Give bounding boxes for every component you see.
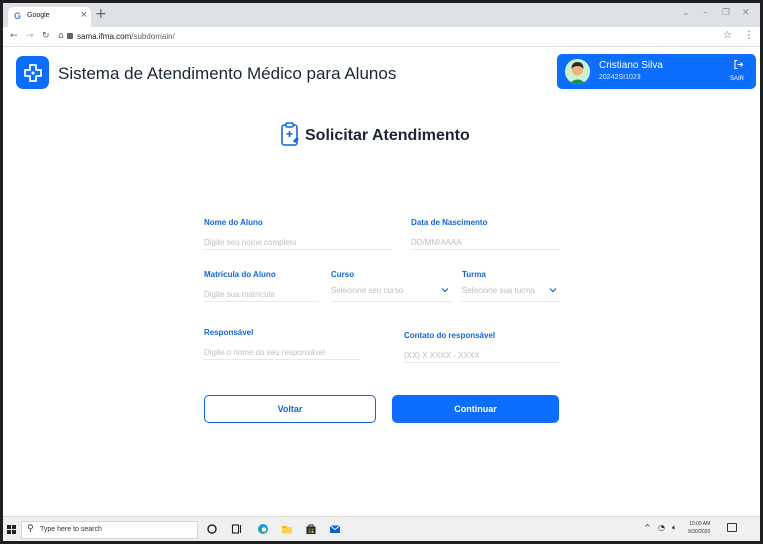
store-icon[interactable] bbox=[305, 523, 317, 535]
nome-label: Nome do Aluno bbox=[204, 218, 263, 227]
url-path: /subdomain/ bbox=[131, 32, 175, 41]
bookmark-star-icon[interactable]: ☆ bbox=[723, 30, 732, 41]
mail-icon[interactable] bbox=[329, 523, 341, 535]
responsavel-label: Responsável bbox=[204, 328, 254, 337]
reload-icon[interactable]: ↻ bbox=[42, 31, 50, 41]
search-icon: ⚲ bbox=[27, 524, 34, 534]
clock-date: 9/30/2020 bbox=[688, 529, 711, 535]
chevron-down-icon bbox=[549, 288, 557, 293]
turma-select[interactable]: Selecione sua turma bbox=[462, 284, 560, 302]
new-tab-button[interactable]: + bbox=[95, 6, 107, 22]
app-title: Sistema de Atendimento Médico para Aluno… bbox=[58, 64, 397, 83]
page-title: Solicitar Atendimento bbox=[305, 127, 470, 144]
back-button[interactable]: Voltar bbox=[204, 395, 376, 423]
medical-cross-icon bbox=[23, 63, 42, 82]
contato-input[interactable] bbox=[404, 348, 560, 363]
clock[interactable]: 10:00 AM 9/30/2020 bbox=[688, 520, 710, 536]
forward-arrow-icon[interactable]: → bbox=[26, 31, 34, 41]
logout-icon[interactable] bbox=[733, 59, 744, 70]
google-favicon-icon: G bbox=[14, 11, 22, 21]
clock-time: 10:00 AM bbox=[689, 521, 711, 527]
edge-browser-icon[interactable] bbox=[257, 523, 269, 535]
url-host: sama.ifma.com bbox=[77, 32, 132, 41]
wifi-icon[interactable]: ◔ bbox=[658, 523, 665, 532]
notification-icon[interactable] bbox=[727, 523, 737, 532]
home-icon[interactable]: ⌂ bbox=[58, 31, 64, 41]
curso-label: Curso bbox=[331, 270, 355, 279]
chevron-up-icon[interactable]: ^ bbox=[644, 523, 651, 532]
tab-close-icon[interactable]: × bbox=[80, 10, 88, 20]
windows-start-icon[interactable] bbox=[7, 525, 16, 534]
tab-title: Google bbox=[27, 12, 50, 19]
cortana-icon[interactable] bbox=[206, 523, 218, 535]
back-arrow-icon[interactable]: ← bbox=[10, 31, 18, 41]
matricula-input[interactable] bbox=[204, 287, 319, 302]
turma-label: Turma bbox=[462, 270, 486, 279]
browser-menu-icon[interactable]: ⋮ bbox=[744, 30, 754, 41]
avatar-illustration-icon bbox=[565, 59, 590, 84]
user-card: Cristiano Silva 20242SI1023 SAIR bbox=[557, 54, 756, 89]
browser-window: G Google × + ⌄ – ❐ ✕ ← → ↻ ⌂ sama.ifma.c… bbox=[3, 3, 760, 541]
lock-icon bbox=[67, 33, 73, 39]
minimize-icon[interactable]: – bbox=[703, 8, 708, 18]
responsavel-field bbox=[204, 342, 361, 360]
nome-input[interactable] bbox=[204, 235, 392, 250]
nome-field bbox=[204, 232, 392, 250]
nascimento-input[interactable] bbox=[411, 235, 560, 250]
taskbar: ⚲ Type here to search ^ ◔ 🔈︎ 10:00 AM 9/… bbox=[3, 516, 760, 541]
tab-search-icon[interactable]: ⌄ bbox=[682, 8, 690, 18]
chevron-down-icon bbox=[441, 288, 449, 293]
user-name: Cristiano Silva bbox=[599, 60, 663, 71]
contato-field bbox=[404, 345, 560, 363]
continue-button[interactable]: Continuar bbox=[392, 395, 559, 423]
nascimento-label: Data de Nascimento bbox=[411, 218, 488, 227]
file-explorer-icon[interactable] bbox=[281, 523, 293, 535]
matricula-label: Matrícula do Aluno bbox=[204, 270, 276, 279]
url-field[interactable]: sama.ifma.com/subdomain/ bbox=[77, 32, 175, 41]
browser-tab[interactable]: G Google × bbox=[8, 7, 91, 27]
taskbar-search-placeholder: Type here to search bbox=[40, 526, 102, 533]
maximize-icon[interactable]: ❐ bbox=[722, 8, 730, 18]
address-bar: ← → ↻ ⌂ sama.ifma.com/subdomain/ ☆ ⋮ bbox=[3, 27, 760, 47]
volume-icon[interactable]: 🔈︎ bbox=[672, 523, 677, 533]
avatar bbox=[565, 59, 590, 84]
nascimento-field bbox=[411, 232, 560, 250]
app-logo bbox=[16, 56, 49, 89]
close-window-icon[interactable]: ✕ bbox=[742, 8, 750, 18]
taskbar-search[interactable]: ⚲ Type here to search bbox=[21, 521, 198, 539]
curso-select-value: Selecione seu curso bbox=[331, 286, 404, 295]
tab-strip: G Google × + ⌄ – ❐ ✕ bbox=[3, 3, 760, 27]
matricula-field bbox=[204, 284, 319, 302]
logout-button[interactable]: SAIR bbox=[730, 76, 744, 82]
contato-label: Contato do responsável bbox=[404, 331, 496, 340]
clipboard-icon bbox=[281, 122, 299, 146]
turma-select-value: Selecione sua turma bbox=[462, 286, 535, 295]
task-view-icon[interactable] bbox=[231, 523, 243, 535]
responsavel-input[interactable] bbox=[204, 345, 361, 360]
curso-select[interactable]: Selecione seu curso bbox=[331, 284, 452, 302]
user-id: 20242SI1023 bbox=[599, 74, 641, 81]
